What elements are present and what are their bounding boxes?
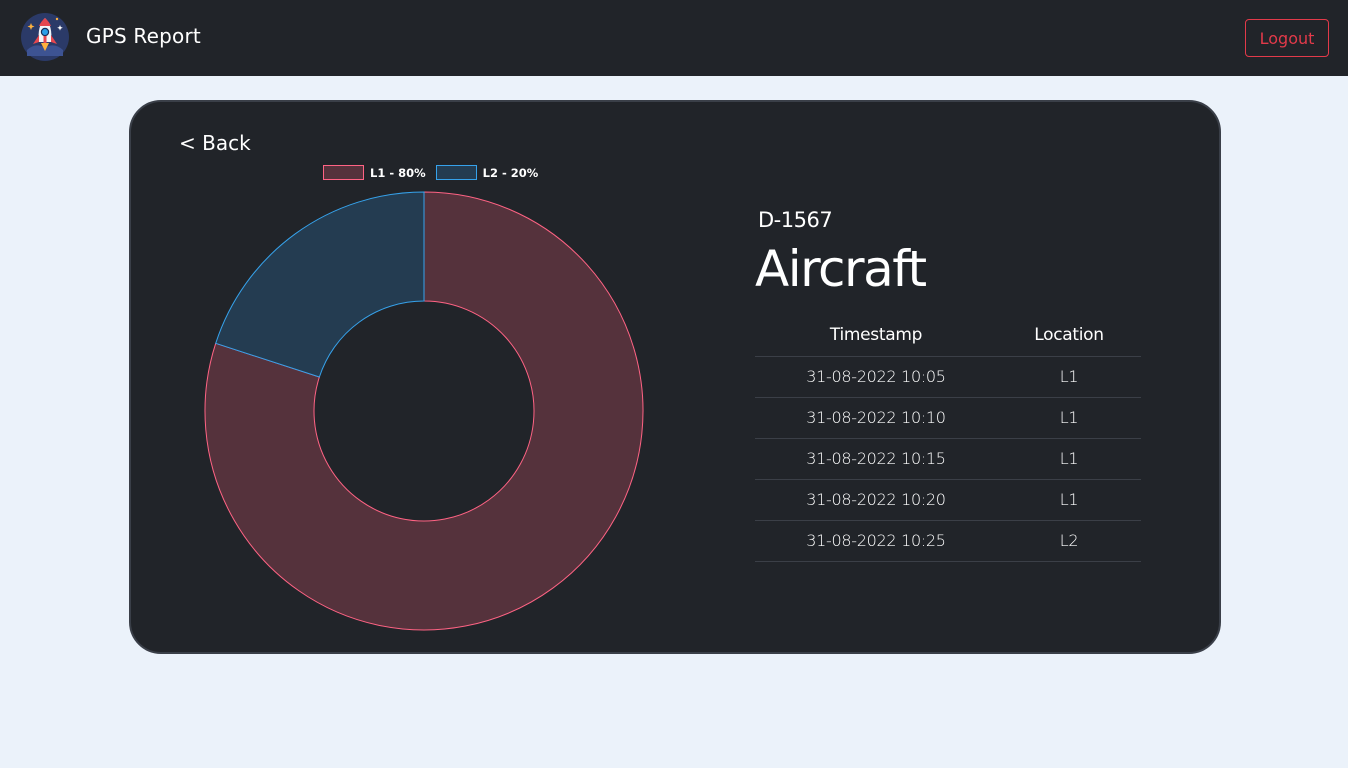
- aircraft-report-card: < Back L1 - 80% L2 - 20% D-1567 Aircraft…: [129, 100, 1221, 654]
- table-row: 31-08-2022 10:20 L1: [755, 479, 1141, 521]
- table-row: 31-08-2022 10:15 L1: [755, 438, 1141, 480]
- legend-item-l1[interactable]: L1 - 80%: [323, 165, 426, 180]
- legend-swatch-l1: [323, 165, 364, 180]
- logout-button[interactable]: Logout: [1245, 19, 1329, 57]
- gps-log-table: Timestamp Location 31-08-2022 10:05 L1 3…: [755, 314, 1141, 562]
- location-cell: L1: [997, 397, 1141, 439]
- back-link[interactable]: < Back: [179, 131, 251, 155]
- legend-item-l2[interactable]: L2 - 20%: [435, 165, 539, 180]
- table-row: 31-08-2022 10:05 L1: [755, 356, 1141, 398]
- timestamp-cell: 31-08-2022 10:20: [755, 479, 997, 521]
- aircraft-type-title: Aircraft: [755, 240, 927, 298]
- legend-label-l1: L1 - 80%: [370, 165, 426, 180]
- brand-title: GPS Report: [86, 24, 201, 48]
- navbar: GPS Report Logout: [0, 0, 1348, 76]
- rocket-logo-icon: [21, 13, 69, 61]
- legend-label-l2: L2 - 20%: [482, 165, 539, 180]
- timestamp-cell: 31-08-2022 10:05: [755, 356, 997, 398]
- chart-legend: L1 - 80% L2 - 20%: [323, 165, 548, 180]
- timestamp-cell: 31-08-2022 10:10: [755, 397, 997, 439]
- location-cell: L1: [997, 438, 1141, 480]
- timestamp-cell: 31-08-2022 10:25: [755, 520, 997, 562]
- location-doughnut-chart: [204, 191, 644, 631]
- table-row: 31-08-2022 10:10 L1: [755, 397, 1141, 439]
- column-header-timestamp: Timestamp: [755, 314, 997, 357]
- table-header-row: Timestamp Location: [755, 314, 1141, 357]
- column-header-location: Location: [997, 314, 1141, 357]
- legend-swatch-l2: [435, 165, 477, 180]
- timestamp-cell: 31-08-2022 10:15: [755, 438, 997, 480]
- location-cell: L1: [997, 356, 1141, 398]
- table-row: 31-08-2022 10:25 L2: [755, 520, 1141, 562]
- doughnut-slice-2[interactable]: [215, 191, 425, 378]
- location-cell: L1: [997, 479, 1141, 521]
- aircraft-id: D-1567: [758, 208, 833, 232]
- location-cell: L2: [997, 520, 1141, 562]
